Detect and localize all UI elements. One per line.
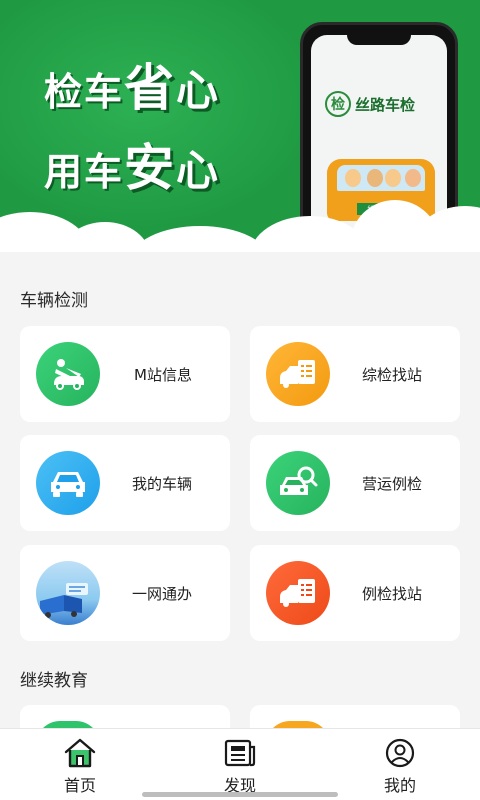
card-label: 我的车辆 bbox=[132, 475, 193, 493]
card-one-network-service[interactable]: 一网通办 bbox=[20, 545, 230, 641]
car-icon bbox=[36, 451, 100, 515]
card-label: 一网通办 bbox=[132, 585, 193, 603]
card-m-station-info[interactable]: M站信息 bbox=[20, 326, 230, 422]
card-routine-find-station[interactable]: 例检找站 bbox=[250, 545, 460, 641]
profile-icon bbox=[380, 735, 420, 771]
home-icon bbox=[60, 735, 100, 771]
inspection-logo-icon: 检 bbox=[325, 91, 351, 117]
brand-name: 丝路车检 bbox=[355, 95, 416, 114]
car-checklist-icon bbox=[266, 561, 330, 625]
hero-banner[interactable]: 检车省心 用车安心 检 丝路车检 丝路车检 bbox=[0, 0, 480, 262]
card-my-vehicles[interactable]: 我的车辆 bbox=[20, 435, 230, 531]
section-title-vehicle-inspection: 车辆检测 bbox=[20, 291, 88, 311]
card-label: M站信息 bbox=[134, 366, 192, 384]
bottom-tab-bar: 首页 发现 我的 bbox=[0, 728, 480, 800]
car-inspect-icon bbox=[266, 451, 330, 515]
phone-brand: 检 丝路车检 bbox=[325, 91, 415, 117]
mechanic-icon bbox=[36, 342, 100, 406]
card-label: 综检找站 bbox=[362, 366, 423, 384]
newspaper-icon bbox=[220, 735, 260, 771]
home-indicator bbox=[142, 792, 338, 797]
section-title-continuing-education: 继续教育 bbox=[20, 671, 88, 691]
card-comprehensive-find-station[interactable]: 综检找站 bbox=[250, 326, 460, 422]
tab-mine[interactable]: 我的 bbox=[360, 735, 440, 796]
card-label: 营运例检 bbox=[362, 475, 423, 493]
tab-discover[interactable]: 发现 bbox=[200, 735, 280, 796]
service-photo-icon bbox=[36, 561, 100, 625]
car-checklist-icon bbox=[266, 342, 330, 406]
tab-home[interactable]: 首页 bbox=[40, 735, 120, 796]
card-operational-inspection[interactable]: 营运例检 bbox=[250, 435, 460, 531]
slogan-line-2: 用车安心 bbox=[44, 139, 221, 197]
slogan-line-1: 检车省心 bbox=[44, 59, 221, 117]
card-label: 例检找站 bbox=[362, 585, 423, 603]
phone-notch bbox=[347, 31, 411, 45]
